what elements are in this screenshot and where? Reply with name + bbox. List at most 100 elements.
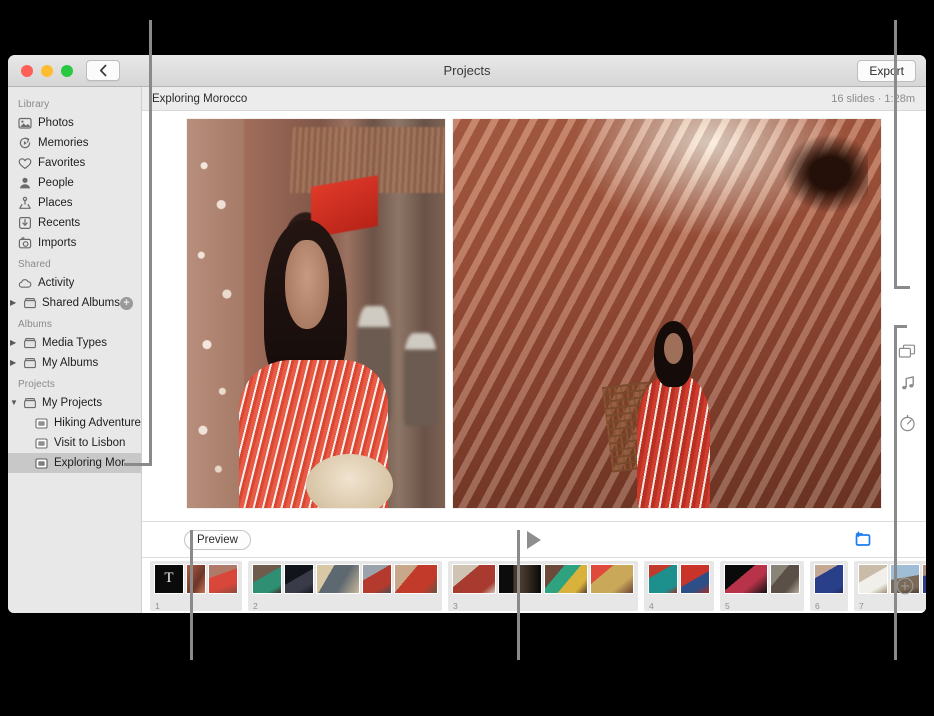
slides-icon[interactable] [898,344,917,360]
group-number: 2 [253,600,258,611]
sidebar-item-people[interactable]: People [8,173,141,193]
thumbnail[interactable] [770,563,800,594]
sidebar-section-projects: Projects [18,379,55,390]
background-person [403,332,438,427]
thumbnail-title-slide[interactable]: T [154,563,184,594]
project-title: Exploring Morocco [152,92,248,105]
sidebar-item-places[interactable]: Places [8,193,141,213]
group-thumbs [648,563,710,594]
sidebar-section-library: Library [18,99,50,110]
thumbnail[interactable] [394,563,438,594]
window-titlebar: Projects Export [8,55,926,87]
group-number: 5 [725,600,730,611]
sidebar-section-albums: Albums [18,319,52,330]
cloud-icon [18,276,32,290]
thumbnail[interactable] [362,563,392,594]
sidebar-item-label: Favorites [38,157,86,169]
sidebar-item-shared-albums[interactable]: ▶ Shared Albums + [8,293,141,313]
minimize-button[interactable] [41,64,53,77]
window-body: Library Photos Memories Favorites People… [8,87,926,613]
group-thumbs [724,563,800,594]
sidebar-item-hiking-adventure[interactable]: Hiking Adventure [8,413,141,433]
figure-face [663,332,683,365]
disclosure-triangle-icon[interactable]: ▶ [10,339,18,347]
add-shared-album-button[interactable]: + [120,296,133,310]
slide-group[interactable]: 2 [248,560,442,611]
figure-dress [637,375,710,508]
sidebar-item-label: My Albums [42,357,99,369]
sidebar-item-media-types[interactable]: ▶ Media Types [8,333,141,353]
thumbnail[interactable] [680,563,710,594]
slide-group[interactable]: 4 [644,560,714,611]
album-icon [23,396,37,410]
thumbnail[interactable] [284,563,314,594]
add-slide-button[interactable] [852,530,874,549]
project-icon [34,436,48,450]
slide-canvas[interactable] [142,111,926,521]
disclosure-triangle-icon[interactable]: ▶ [10,359,18,367]
slide-image-left[interactable] [187,119,445,508]
disclosure-triangle-icon[interactable]: ▼ [10,399,18,407]
download-icon [18,216,32,230]
filmstrip[interactable]: T 1 2 3 4 5 6 7 [142,557,926,613]
dark-corner-detail [782,134,869,213]
duration-timer-icon[interactable] [898,414,917,433]
sidebar-item-visit-to-lisbon[interactable]: Visit to Lisbon [8,433,141,453]
sidebar-item-activity[interactable]: Activity [8,273,141,293]
music-note-icon[interactable] [899,375,917,393]
group-number: 3 [453,600,458,611]
slide-spread [187,119,881,508]
sidebar-item-memories[interactable]: Memories [8,133,141,153]
close-button[interactable] [21,64,33,77]
sidebar-item-label: People [38,177,74,189]
sidebar-item-photos[interactable]: Photos [8,113,141,133]
slide-group[interactable]: T 1 [150,560,242,611]
disclosure-triangle-icon[interactable]: ▶ [10,299,18,307]
group-thumbs [252,563,438,594]
thumbnail[interactable] [186,563,206,594]
album-icon [23,296,37,310]
sidebar-item-label: Media Types [42,337,107,349]
window-controls[interactable] [8,64,73,77]
callout-line-rail-vertical [894,325,897,660]
sidebar-item-my-projects[interactable]: ▼ My Projects [8,393,141,413]
back-button[interactable] [86,60,120,81]
callout-line-sidebar-vertical [149,20,152,466]
thumbnail[interactable] [316,563,360,594]
callout-line-sidebar-horizontal [124,463,152,466]
sidebar-item-recents[interactable]: Recents [8,213,141,233]
slide-group[interactable]: 3 [448,560,638,611]
slide-group[interactable]: 6 [810,560,848,611]
sidebar-item-label: Recents [38,217,81,229]
sidebar-item-my-albums[interactable]: ▶ My Albums [8,353,141,373]
heart-icon [18,156,32,170]
thumbnail[interactable] [544,563,588,594]
group-number: 6 [815,600,820,611]
peeling-wall-detail [187,119,244,508]
play-button[interactable] [527,530,541,549]
callout-line-preview-button [190,530,193,660]
thumbnail[interactable] [452,563,496,594]
slide-group[interactable]: 5 [720,560,804,611]
chevron-left-icon [99,64,106,77]
zoom-button[interactable] [61,64,73,77]
main-content: Exploring Morocco 16 slides · 1:28m Prev… [142,87,926,613]
thumbnail[interactable] [252,563,282,594]
thumbnail[interactable] [814,563,844,594]
preview-button[interactable]: Preview [184,529,251,550]
slide-image-right[interactable] [453,119,881,508]
sidebar-item-favorites[interactable]: Favorites [8,153,141,173]
callout-line-meta-vertical [894,20,897,288]
sidebar-item-exploring-morocco[interactable]: Exploring Moroc... [8,453,141,473]
sidebar-item-label: Hiking Adventure [54,417,141,429]
add-slide-icon [855,530,871,546]
sidebar-item-imports[interactable]: Imports [8,233,141,253]
memories-icon [18,136,32,150]
thumbnail[interactable] [648,563,678,594]
thumbnail[interactable] [208,563,238,594]
thumbnail[interactable] [498,563,542,594]
thumbnail[interactable] [724,563,768,594]
sidebar-item-label: Places [38,197,73,209]
thumbnail[interactable] [590,563,634,594]
slideshow-toolbar: Preview [142,521,926,557]
